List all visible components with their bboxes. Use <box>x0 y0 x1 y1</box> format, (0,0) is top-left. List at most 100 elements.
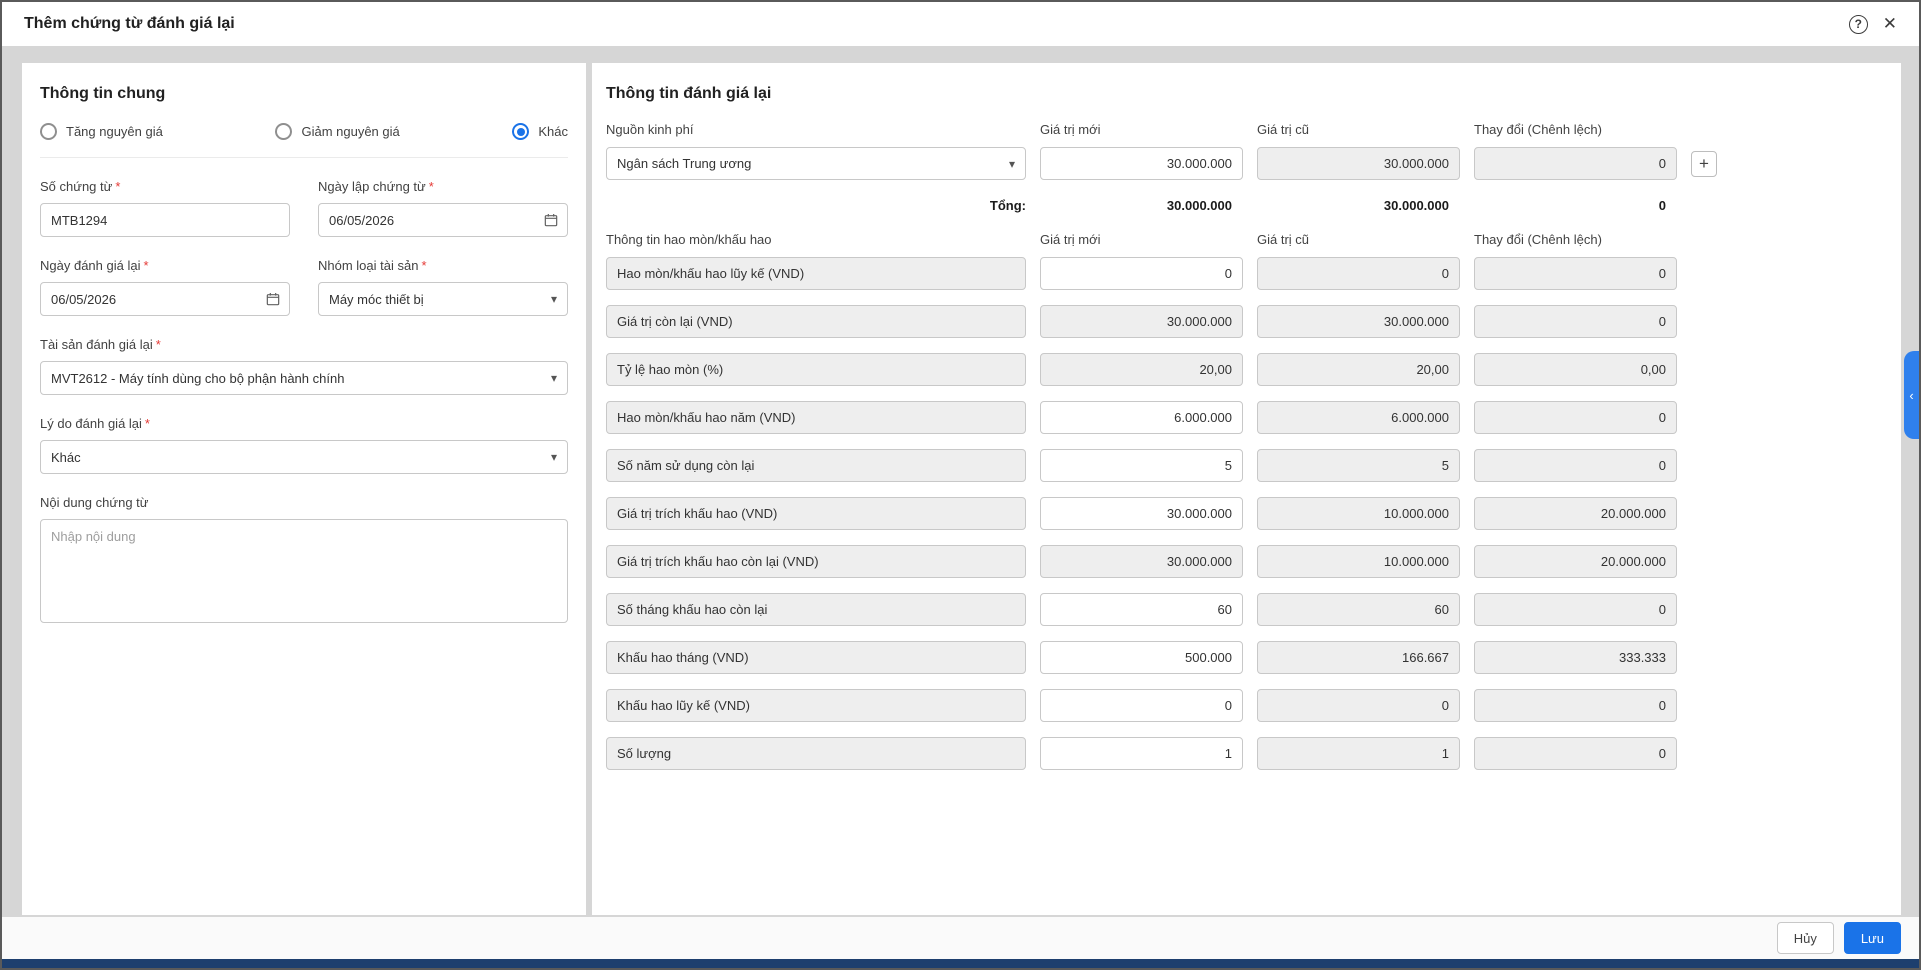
depreciation-new-value-input[interactable] <box>1040 257 1243 290</box>
funding-header-row: Nguồn kinh phí Giá trị mới Giá trị cũ Th… <box>606 122 1885 137</box>
funding-source-select[interactable]: Ngân sách Trung ương ▾ <box>606 147 1026 180</box>
depreciation-row: Giá trị trích khấu hao (VND) <box>606 497 1885 530</box>
reason-select[interactable]: Khác ▾ <box>40 440 568 474</box>
depreciation-row: Số lượng <box>606 737 1885 770</box>
total-old-value: 30.000.000 <box>1383 198 1449 213</box>
price-change-radio-group: Tăng nguyên giá Giảm nguyên giá Khác <box>40 123 568 158</box>
depreciation-change-value-input <box>1474 497 1677 530</box>
depreciation-row-label: Hao mòn/khấu hao lũy kế (VND) <box>606 257 1026 290</box>
depreciation-new-value-input[interactable] <box>1040 497 1243 530</box>
radio-option-other[interactable]: Khác <box>512 123 568 140</box>
depreciation-row-label: Hao mòn/khấu hao năm (VND) <box>606 401 1026 434</box>
depreciation-change-value-input <box>1474 449 1677 482</box>
depreciation-change-value-input <box>1474 353 1677 386</box>
close-icon[interactable]: ✕ <box>1883 14 1897 34</box>
depreciation-row-label: Số lượng <box>606 737 1026 770</box>
funding-new-value-input[interactable] <box>1040 147 1243 180</box>
depreciation-old-value-input <box>1257 545 1460 578</box>
asset-select[interactable]: MVT2612 - Máy tính dùng cho bộ phận hành… <box>40 361 568 395</box>
asset-group-field: Nhóm loại tài sản * Máy móc thiết bị ▾ <box>318 258 568 316</box>
issue-date-field: Ngày lập chứng từ * <box>318 179 568 237</box>
radio-icon <box>512 123 530 140</box>
depreciation-row: Tỷ lệ hao mòn (%) <box>606 353 1885 386</box>
reason-field: Lý do đánh giá lại * Khác ▾ <box>40 416 568 474</box>
revaluation-info-panel: Thông tin đánh giá lại Nguồn kinh phí Gi… <box>592 63 1901 915</box>
depreciation-row-label: Khấu hao tháng (VND) <box>606 641 1026 674</box>
dialog-content: Thông tin chung Tăng nguyên giá Giảm ngu… <box>22 63 1901 915</box>
radio-icon <box>275 123 293 140</box>
depreciation-row-label: Số tháng khấu hao còn lại <box>606 593 1026 626</box>
total-row: Tổng: 30.000.000 30.000.000 0 <box>606 198 1885 213</box>
collapse-panel-tab[interactable]: ‹ <box>1904 351 1919 439</box>
column-header-old: Giá trị cũ <box>1257 122 1310 137</box>
save-button[interactable]: Lưu <box>1843 922 1901 954</box>
calendar-icon[interactable] <box>265 291 281 307</box>
depreciation-row-label: Tỷ lệ hao mòn (%) <box>606 353 1026 386</box>
chevron-left-icon: ‹ <box>1909 387 1914 403</box>
general-info-panel: Thông tin chung Tăng nguyên giá Giảm ngu… <box>22 63 586 915</box>
total-label: Tổng: <box>989 198 1026 213</box>
depreciation-new-value-input[interactable] <box>1040 593 1243 626</box>
depreciation-header-row: Thông tin hao mòn/khấu hao Giá trị mới G… <box>606 232 1885 247</box>
help-icon[interactable]: ? <box>1848 14 1868 34</box>
depreciation-old-value-input <box>1257 641 1460 674</box>
radio-option-increase[interactable]: Tăng nguyên giá <box>40 123 163 140</box>
depreciation-row: Giá trị trích khấu hao còn lại (VND) <box>606 545 1885 578</box>
funding-change-value-input <box>1474 147 1677 180</box>
document-number-input[interactable] <box>40 203 290 237</box>
depreciation-change-value-input <box>1474 545 1677 578</box>
depreciation-row-label: Số năm sử dụng còn lại <box>606 449 1026 482</box>
depreciation-row: Khấu hao lũy kế (VND) <box>606 689 1885 722</box>
depreciation-row: Giá trị còn lại (VND) <box>606 305 1885 338</box>
revaluation-date-input[interactable] <box>40 282 290 316</box>
depreciation-new-value-input[interactable] <box>1040 737 1243 770</box>
revaluation-date-label: Ngày đánh giá lại * <box>40 258 149 273</box>
depreciation-new-value-input[interactable] <box>1040 401 1243 434</box>
depreciation-change-value-input <box>1474 257 1677 290</box>
revaluation-date-field: Ngày đánh giá lại * <box>40 258 290 316</box>
depreciation-old-value-input <box>1257 449 1460 482</box>
chevron-down-icon: ▾ <box>550 450 557 464</box>
document-number-field: Số chứng từ * <box>40 179 290 237</box>
depreciation-change-value-input <box>1474 401 1677 434</box>
depreciation-row-label: Khấu hao lũy kế (VND) <box>606 689 1026 722</box>
reason-label: Lý do đánh giá lại * <box>40 416 150 431</box>
chevron-down-icon: ▾ <box>1008 156 1015 171</box>
depreciation-old-value-input <box>1257 593 1460 626</box>
asset-field: Tài sản đánh giá lại * MVT2612 - Máy tính… <box>40 337 568 395</box>
add-funding-source-button[interactable]: + <box>1691 150 1717 177</box>
depreciation-new-value-input <box>1040 305 1243 338</box>
general-info-heading: Thông tin chung <box>40 85 166 102</box>
funding-row: Ngân sách Trung ương ▾ + <box>606 147 1885 180</box>
document-number-label: Số chứng từ * <box>40 179 121 194</box>
revaluation-dialog: Thêm chứng từ đánh giá lại ? ✕ Thông tin… <box>0 0 1921 970</box>
depreciation-section-heading: Thông tin hao mòn/khấu hao <box>606 232 772 247</box>
content-label: Nội dung chứng từ <box>40 495 149 510</box>
calendar-icon[interactable] <box>543 212 559 228</box>
content-textarea[interactable] <box>40 519 568 623</box>
depreciation-new-value-input[interactable] <box>1040 449 1243 482</box>
depreciation-old-value-input <box>1257 497 1460 530</box>
issue-date-input[interactable] <box>318 203 568 237</box>
depreciation-row: Khấu hao tháng (VND) <box>606 641 1885 674</box>
depreciation-new-value-input[interactable] <box>1040 689 1243 722</box>
total-new-value: 30.000.000 <box>1166 198 1232 213</box>
radio-icon <box>40 123 57 140</box>
depreciation-old-value-input <box>1257 353 1460 386</box>
bottom-strip <box>2 959 1919 968</box>
asset-group-select[interactable]: Máy móc thiết bị ▾ <box>318 282 568 316</box>
cancel-button[interactable]: Hủy <box>1776 922 1834 954</box>
chevron-down-icon: ▾ <box>550 371 557 385</box>
dialog-title: Thêm chứng từ đánh giá lại <box>24 15 235 32</box>
dialog-titlebar: Thêm chứng từ đánh giá lại ? ✕ <box>2 2 1919 46</box>
issue-date-label: Ngày lập chứng từ * <box>318 179 434 194</box>
column-header-change: Thay đổi (Chênh lệch) <box>1474 122 1602 137</box>
depreciation-row-label: Giá trị còn lại (VND) <box>606 305 1026 338</box>
depreciation-old-value-input <box>1257 401 1460 434</box>
depreciation-old-value-input <box>1257 689 1460 722</box>
depreciation-new-value-input[interactable] <box>1040 641 1243 674</box>
total-change-value: 0 <box>1658 198 1666 213</box>
depreciation-change-value-input <box>1474 737 1677 770</box>
depreciation-row-label: Giá trị trích khấu hao còn lại (VND) <box>606 545 1026 578</box>
radio-option-decrease[interactable]: Giảm nguyên giá <box>275 123 400 140</box>
